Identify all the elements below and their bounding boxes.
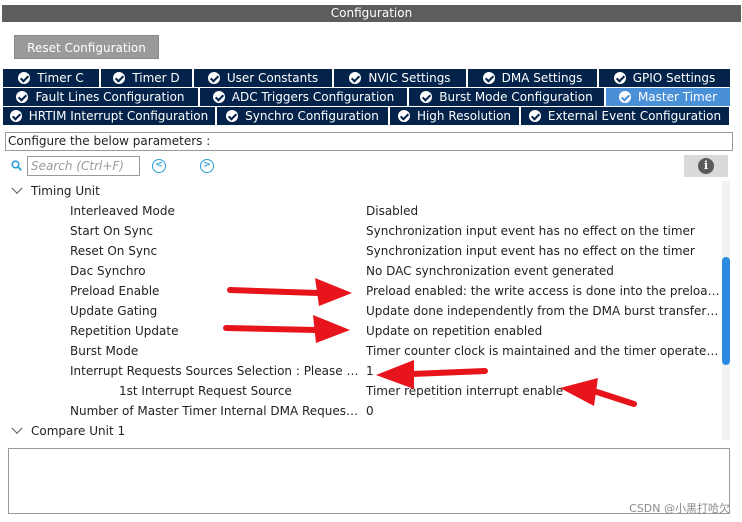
check-circle-icon — [16, 91, 29, 103]
param-row[interactable]: Reset On Sync Synchronization input even… — [5, 241, 721, 261]
tab-user-constants[interactable]: User Constants — [194, 69, 334, 87]
tab-label: ADC Triggers Configuration — [231, 90, 395, 104]
tab-external-event-configuration[interactable]: External Event Configuration — [521, 107, 729, 125]
tab-synchro-configuration[interactable]: Synchro Configuration — [217, 107, 390, 125]
tab-row-3: HRTIM Interrupt Configuration Synchro Co… — [3, 107, 729, 125]
check-circle-icon — [420, 91, 433, 103]
description-panel — [8, 448, 730, 514]
window-title: Configuration — [2, 5, 741, 22]
param-value[interactable]: Synchronization input event has no effec… — [366, 221, 720, 241]
param-value[interactable]: Update on repetition enabled — [366, 321, 720, 341]
search-input[interactable] — [27, 156, 140, 176]
param-name: Repetition Update — [70, 324, 179, 338]
group-compare-unit-1[interactable]: Compare Unit 1 — [5, 421, 125, 440]
tab-row-2: Fault Lines Configuration ADC Triggers C… — [3, 88, 730, 106]
window-titlebar: Configuration — [0, 0, 742, 25]
tab-master-timer[interactable]: Master Timer — [606, 88, 730, 106]
param-value[interactable]: Timer counter clock is maintained and th… — [366, 341, 720, 361]
tab-row-1: Timer C Timer D User Constants NVIC Sett… — [3, 69, 730, 87]
tab-adc-triggers-configuration[interactable]: ADC Triggers Configuration — [200, 88, 409, 106]
configure-parameters-label: Configure the below parameters : — [5, 132, 733, 151]
check-circle-icon — [207, 72, 220, 84]
param-name: Update Gating — [70, 304, 158, 318]
tab-dma-settings[interactable]: DMA Settings — [468, 69, 599, 87]
watermark: CSDN @小黑打哈欠 — [629, 502, 730, 515]
param-row[interactable]: Dac Synchro No DAC synchronization event… — [5, 261, 721, 281]
check-circle-icon — [528, 110, 541, 122]
tab-fault-lines-configuration[interactable]: Fault Lines Configuration — [3, 88, 200, 106]
param-value[interactable]: No DAC synchronization event generated — [366, 261, 720, 281]
check-circle-icon — [618, 91, 631, 103]
check-circle-icon — [18, 72, 31, 84]
search-bar: < > i — [5, 155, 733, 177]
tab-timer-c[interactable]: Timer C — [3, 69, 101, 87]
param-name: Dac Synchro — [70, 264, 146, 278]
param-value[interactable]: Synchronization input event has no effec… — [366, 241, 720, 261]
tab-label: Fault Lines Configuration — [35, 90, 185, 104]
group-label: Timing Unit — [31, 184, 100, 198]
check-circle-icon — [397, 110, 410, 122]
info-button[interactable]: i — [684, 155, 728, 177]
param-row[interactable]: Number of Master Timer Internal DMA Requ… — [5, 401, 721, 421]
param-value[interactable]: 1 — [366, 361, 720, 381]
param-value[interactable]: Update done independently from the DMA b… — [366, 301, 720, 321]
tab-hrtim-interrupt-configuration[interactable]: HRTIM Interrupt Configuration — [3, 107, 217, 125]
tab-label: Burst Mode Configuration — [439, 90, 593, 104]
param-row[interactable]: Interrupt Requests Sources Selection : P… — [5, 361, 721, 381]
info-icon: i — [698, 158, 714, 174]
tab-label: DMA Settings — [501, 71, 583, 85]
tab-label: High Resolution — [416, 109, 512, 123]
param-row[interactable]: Repetition Update Update on repetition e… — [5, 321, 721, 341]
tab-label: Synchro Configuration — [245, 109, 379, 123]
param-row[interactable]: 1st Interrupt Request Source Timer repet… — [5, 381, 721, 401]
check-circle-icon — [9, 110, 22, 122]
param-name: Number of Master Timer Internal DMA Requ… — [70, 404, 360, 418]
param-name: Preload Enable — [70, 284, 160, 298]
param-value[interactable]: Timer repetition interrupt enable — [366, 381, 720, 401]
param-name: Start On Sync — [70, 224, 153, 238]
tab-label: GPIO Settings — [632, 71, 716, 85]
param-row[interactable]: Interleaved Mode Disabled — [5, 201, 721, 221]
tab-label: HRTIM Interrupt Configuration — [28, 109, 209, 123]
chevron-left-icon[interactable]: < — [152, 159, 166, 173]
param-row[interactable]: Start On Sync Synchronization input even… — [5, 221, 721, 241]
check-circle-icon — [349, 72, 362, 84]
tab-label: External Event Configuration — [547, 109, 722, 123]
tab-label: Timer C — [37, 71, 84, 85]
tab-high-resolution[interactable]: High Resolution — [390, 107, 521, 125]
tab-timer-d[interactable]: Timer D — [101, 69, 194, 87]
check-circle-icon — [212, 91, 225, 103]
group-timing-unit[interactable]: Timing Unit — [5, 181, 100, 201]
param-name: Interrupt Requests Sources Selection : P… — [70, 364, 360, 378]
param-value[interactable]: 0 — [366, 401, 720, 421]
group-label: Compare Unit 1 — [31, 424, 126, 438]
chevron-down-icon — [11, 182, 23, 194]
check-circle-icon — [482, 72, 495, 84]
tab-label: Master Timer — [637, 90, 718, 104]
tab-burst-mode-configuration[interactable]: Burst Mode Configuration — [409, 88, 606, 106]
param-value[interactable]: Disabled — [366, 201, 720, 221]
param-row[interactable]: Update Gating Update done independently … — [5, 301, 721, 321]
tab-gpio-settings[interactable]: GPIO Settings — [599, 69, 730, 87]
check-circle-icon — [613, 72, 626, 84]
tab-label: Timer D — [132, 71, 180, 85]
scrollbar-thumb[interactable] — [722, 257, 730, 365]
tab-nvic-settings[interactable]: NVIC Settings — [334, 69, 468, 87]
chevron-right-icon[interactable]: > — [200, 159, 214, 173]
parameter-tree: Timing Unit Interleaved Mode Disabled St… — [5, 181, 721, 440]
param-name: Burst Mode — [70, 344, 139, 358]
tab-label: NVIC Settings — [368, 71, 451, 85]
check-circle-icon — [226, 110, 239, 122]
chevron-down-icon — [11, 422, 23, 434]
param-name: Interleaved Mode — [70, 204, 175, 218]
search-icon — [11, 160, 22, 171]
param-name: Reset On Sync — [70, 244, 158, 258]
param-row[interactable]: Preload Enable Preload enabled: the writ… — [5, 281, 721, 301]
param-value[interactable]: Preload enabled: the write access is don… — [366, 281, 720, 301]
check-circle-icon — [113, 72, 126, 84]
tab-label: User Constants — [226, 71, 319, 85]
param-row[interactable]: Burst Mode Timer counter clock is mainta… — [5, 341, 721, 361]
reset-configuration-button[interactable]: Reset Configuration — [14, 35, 159, 59]
